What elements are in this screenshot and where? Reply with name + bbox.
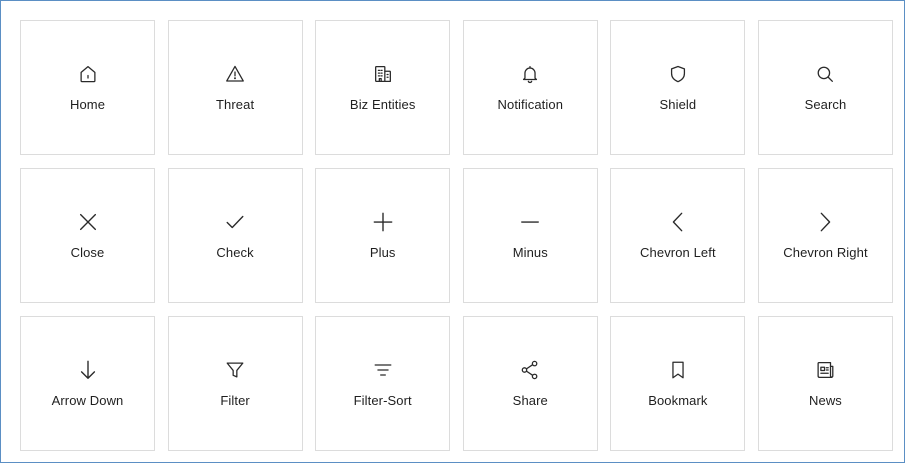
- home-icon: [77, 63, 99, 85]
- notification-icon: [519, 63, 541, 85]
- icon-tile-chevron-right[interactable]: Chevron Right: [757, 168, 893, 303]
- icon-label: Check: [216, 245, 254, 260]
- plus-icon: [372, 211, 394, 233]
- icon-label: News: [809, 393, 842, 408]
- icon-tile-minus[interactable]: Minus: [462, 168, 598, 303]
- icon-tile-biz-entities[interactable]: Biz Entities: [315, 20, 451, 155]
- icon-tile-home[interactable]: Home: [20, 20, 155, 155]
- icon-label: Bookmark: [648, 393, 708, 408]
- icon-grid: Home Threat Biz Entities Notification Sh…: [20, 20, 893, 451]
- icon-label: Biz Entities: [349, 97, 416, 112]
- icon-tile-plus[interactable]: Plus: [315, 168, 451, 303]
- check-icon: [224, 211, 246, 233]
- icon-label: Threat: [216, 97, 255, 112]
- arrow-down-icon: [77, 359, 99, 381]
- icon-gallery-frame: Home Threat Biz Entities Notification Sh…: [0, 0, 905, 463]
- icon-label: Arrow Down: [51, 393, 124, 408]
- icon-label: Home: [69, 97, 106, 112]
- chevron-right-icon: [814, 211, 836, 233]
- share-icon: [519, 359, 541, 381]
- threat-icon: [224, 63, 246, 85]
- biz-entities-icon: [372, 63, 394, 85]
- icon-tile-check[interactable]: Check: [167, 168, 303, 303]
- icon-label: Plus: [369, 245, 396, 260]
- icon-tile-filter-sort[interactable]: Filter-Sort: [315, 316, 451, 451]
- icon-tile-notification[interactable]: Notification: [462, 20, 598, 155]
- icon-tile-arrow-down[interactable]: Arrow Down: [20, 316, 155, 451]
- filter-icon: [224, 359, 246, 381]
- minus-icon: [519, 211, 541, 233]
- chevron-left-icon: [667, 211, 689, 233]
- icon-tile-search[interactable]: Search: [757, 20, 893, 155]
- search-icon: [814, 63, 836, 85]
- filter-sort-icon: [372, 359, 394, 381]
- news-icon: [814, 359, 836, 381]
- icon-tile-news[interactable]: News: [757, 316, 893, 451]
- icon-label: Share: [512, 393, 548, 408]
- icon-tile-bookmark[interactable]: Bookmark: [610, 316, 746, 451]
- icon-tile-shield[interactable]: Shield: [610, 20, 746, 155]
- icon-label: Minus: [512, 245, 548, 260]
- close-icon: [77, 211, 99, 233]
- icon-label: Shield: [659, 97, 697, 112]
- icon-label: Chevron Right: [783, 245, 868, 260]
- icon-label: Notification: [497, 97, 564, 112]
- shield-icon: [667, 63, 689, 85]
- icon-label: Filter-Sort: [353, 393, 412, 408]
- icon-tile-close[interactable]: Close: [20, 168, 155, 303]
- icon-tile-share[interactable]: Share: [462, 316, 598, 451]
- icon-tile-chevron-left[interactable]: Chevron Left: [610, 168, 746, 303]
- icon-label: Close: [70, 245, 105, 260]
- icon-tile-filter[interactable]: Filter: [167, 316, 303, 451]
- bookmark-icon: [667, 359, 689, 381]
- icon-label: Filter: [220, 393, 250, 408]
- icon-tile-threat[interactable]: Threat: [167, 20, 303, 155]
- icon-label: Search: [804, 97, 847, 112]
- icon-label: Chevron Left: [640, 245, 716, 260]
